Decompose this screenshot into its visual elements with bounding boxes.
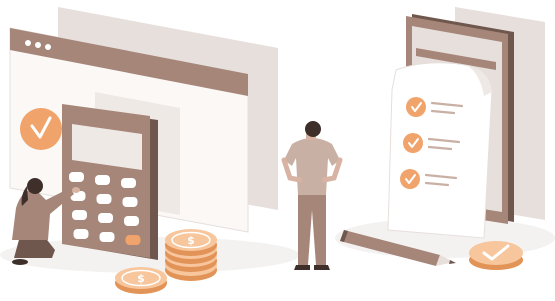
calculator-key <box>72 210 87 220</box>
calculator-key <box>96 194 112 204</box>
calculator-key <box>69 172 84 182</box>
man-shirt <box>284 138 340 195</box>
finance-checklist-illustration: $$ <box>0 7 555 294</box>
currency-symbol: $ <box>187 234 195 247</box>
check-badge-right <box>469 241 523 270</box>
woman-hand <box>72 187 80 193</box>
currency-symbol: $ <box>137 272 145 285</box>
calculator <box>62 104 158 260</box>
man-head <box>305 121 321 137</box>
check-circle <box>400 169 420 189</box>
checklist-paper <box>387 62 493 239</box>
calculator-key <box>98 213 113 223</box>
man-legs <box>298 192 326 265</box>
calculator-key <box>73 229 89 239</box>
calculator-key <box>125 235 141 245</box>
coin: $ <box>165 229 217 256</box>
man-shoe <box>294 265 310 270</box>
calculator-key <box>99 232 115 242</box>
window-dot <box>25 40 31 46</box>
check-badge-left <box>20 108 62 150</box>
coin: $ <box>115 267 167 294</box>
man-figure <box>281 121 343 270</box>
calculator-key <box>124 216 139 226</box>
man-shoe <box>314 265 330 270</box>
window-dot <box>45 44 51 50</box>
calculator-key <box>122 197 138 207</box>
check-circle <box>403 133 423 153</box>
woman-head <box>27 178 43 194</box>
window-dot <box>35 42 41 48</box>
calculator-key <box>121 178 136 188</box>
check-circle <box>406 97 426 117</box>
calculator-key <box>95 175 110 185</box>
woman-shoe <box>12 259 28 265</box>
